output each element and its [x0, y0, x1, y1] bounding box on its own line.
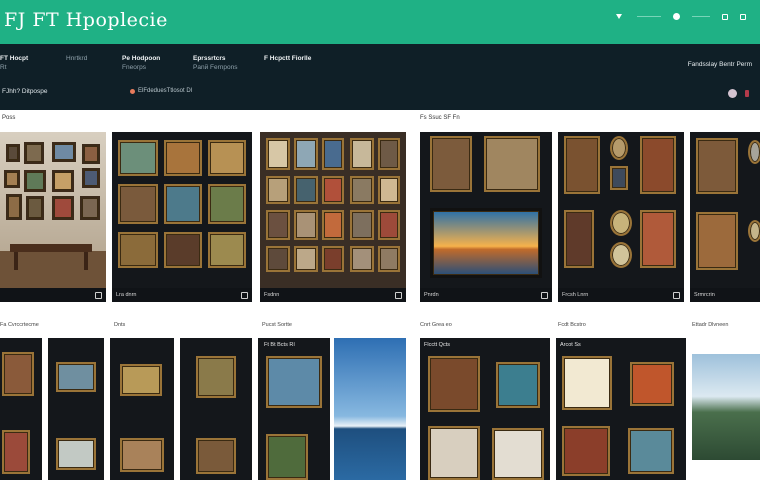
location-filter[interactable]: ElFdeduesTtlosot Dl: [130, 88, 192, 94]
save-icon[interactable]: [541, 292, 548, 299]
menu-item-4[interactable]: Eprssrtcrs Panй Fernpons: [193, 54, 237, 72]
nav-item-profile[interactable]: [673, 13, 680, 20]
top-nav: ———— ———: [616, 13, 746, 20]
nav-item-list[interactable]: ———: [692, 14, 710, 20]
card-caption: Pucst Sortte: [262, 322, 292, 328]
section-label-right: Fs Ssuc SF Fn: [420, 115, 460, 121]
gallery-card[interactable]: [0, 132, 106, 302]
brand-logo[interactable]: FЈ FT Hpoplecie: [4, 9, 168, 31]
notification-icon[interactable]: [745, 90, 749, 97]
nav-item-cart[interactable]: [740, 13, 746, 20]
gallery-content: Poss Fs Ssuc SF Fn Fa Cvrccrtecme Lra dn…: [0, 110, 760, 480]
card-caption: Fa Cvrccrtecme: [0, 322, 39, 328]
gallery-card[interactable]: [180, 338, 252, 480]
filter-label[interactable]: FJhh? Ditpospe: [2, 88, 48, 95]
card-caption: Cnrt Grea eo: [420, 322, 452, 328]
nav-item-dropdown[interactable]: [616, 14, 625, 19]
menu-item-2[interactable]: Hnrtkrd: [66, 54, 87, 63]
cart-icon: [740, 13, 746, 20]
menu-item-5[interactable]: F Hcpctt Fiorlle: [264, 54, 311, 63]
gallery-card[interactable]: [692, 354, 760, 460]
chevron-down-icon: [616, 14, 622, 19]
gallery-card[interactable]: [334, 338, 406, 480]
gallery-card[interactable]: Arcot Ss: [556, 338, 686, 480]
gallery-card[interactable]: Lra dnrn: [112, 132, 252, 302]
avatar[interactable]: [728, 89, 737, 98]
top-app-bar: FЈ FT Hpoplecie ———— ———: [0, 0, 760, 44]
console-table-image: [10, 244, 92, 252]
location-pin-icon: [130, 88, 135, 94]
gallery-card[interactable]: Pnrdn: [420, 132, 552, 302]
card-caption: Dnts: [114, 322, 126, 328]
gallery-card[interactable]: Fsdnn: [260, 132, 406, 302]
card-caption: Ettadr Dlvneen: [692, 322, 729, 328]
card-caption: Fcdt Bcstro: [558, 322, 586, 328]
gallery-card[interactable]: Srmrcrin: [690, 132, 760, 302]
menu-item-1[interactable]: FT Hocpt Rt: [0, 54, 28, 72]
save-icon[interactable]: [241, 292, 248, 299]
save-icon[interactable]: [395, 292, 402, 299]
gallery-card[interactable]: [110, 338, 174, 480]
category-header: FT Hocpt Rt Hnrtkrd Pe Hodpoon Fneoгрs Epr…: [0, 44, 760, 110]
section-label-left: Poss: [2, 115, 16, 121]
menu-item-3[interactable]: Pe Hodpoon Fneoгрs: [122, 54, 160, 72]
user-icon: [673, 13, 680, 20]
gallery-card[interactable]: [48, 338, 104, 480]
save-icon[interactable]: [95, 292, 102, 299]
nav-item-bag[interactable]: [722, 13, 728, 20]
gallery-card[interactable]: Flcctt Qcts: [420, 338, 550, 480]
nav-item-explore[interactable]: ————: [637, 14, 661, 20]
save-icon[interactable]: [673, 292, 680, 299]
gallery-card[interactable]: [0, 338, 42, 480]
filter-row: FJhh? Ditpospe ElFdeduesTtlosot Dl: [0, 88, 760, 102]
gallery-card[interactable]: Frcsh Lnrn: [558, 132, 684, 302]
account-link[interactable]: Fandsslay Bentr Perm: [688, 61, 752, 68]
bag-icon: [722, 13, 728, 20]
gallery-card[interactable]: Ft Bt Bcts Rí: [258, 338, 330, 480]
